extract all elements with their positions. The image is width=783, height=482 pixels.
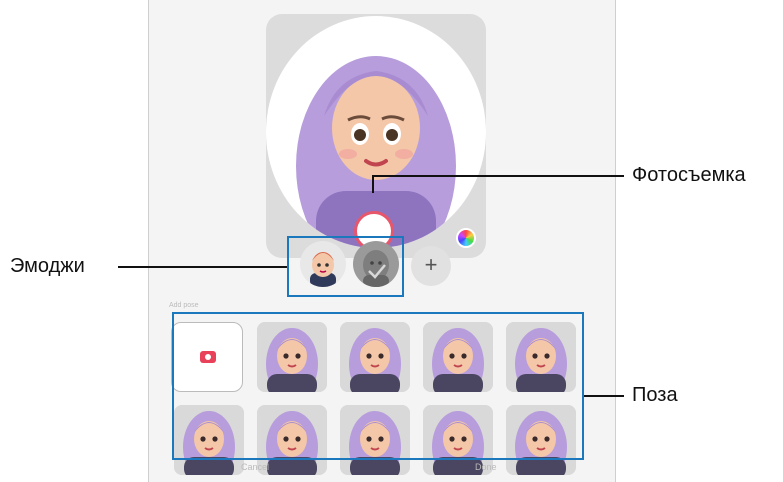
avatar-preview — [266, 14, 486, 258]
emoji-label: Эмоджи — [10, 255, 85, 277]
emoji-callout-box — [287, 236, 404, 297]
pose-callout-line — [584, 395, 624, 397]
cancel-button[interactable]: Cancel — [241, 462, 269, 472]
photo-label: Фотосъемка — [632, 164, 746, 186]
color-palette-icon[interactable] — [456, 228, 476, 248]
photo-callout-line — [372, 175, 624, 177]
done-button[interactable]: Done — [475, 462, 497, 472]
plus-icon: + — [424, 252, 438, 277]
emoji-callout-line — [118, 266, 287, 268]
pose-section-label: Add pose — [169, 302, 199, 309]
pose-callout-box — [172, 312, 584, 460]
pose-label: Поза — [632, 384, 678, 406]
add-emoji-button[interactable]: + — [411, 246, 451, 286]
photo-callout-drop — [372, 175, 374, 193]
